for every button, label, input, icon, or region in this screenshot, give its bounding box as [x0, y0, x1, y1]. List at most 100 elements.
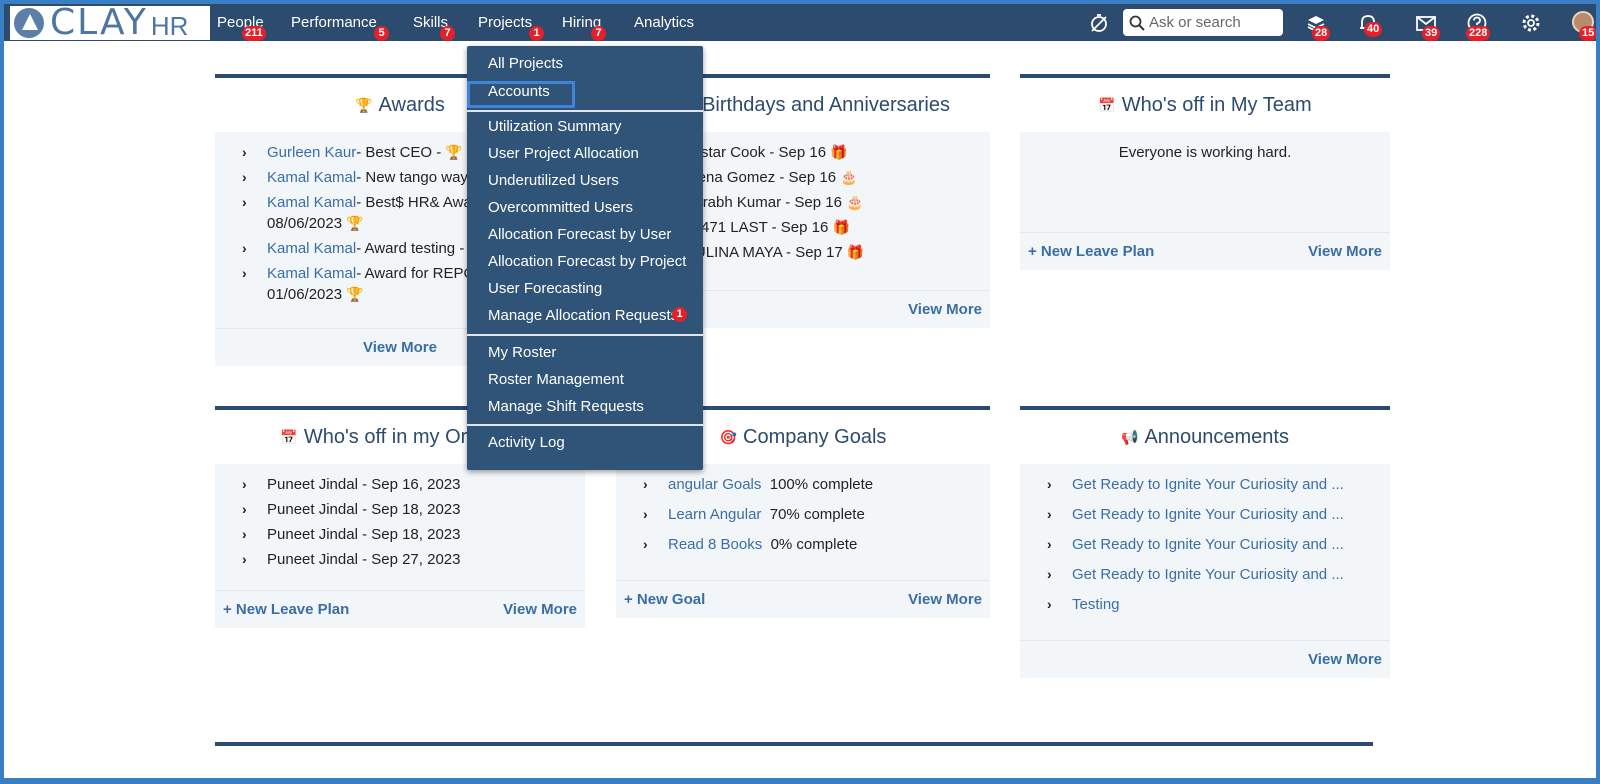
menu-item-my-roster[interactable]: My Roster [488, 344, 556, 361]
org-off-list: › Puneet Jindal - Sep 16, 2023 › Puneet Ji… [215, 464, 585, 590]
nav-hiring-badge: 7 [591, 26, 606, 41]
top-navigation: CLAY HR People 211 Performance 5 Skills … [4, 4, 1596, 41]
org-off-view-more[interactable]: View More [503, 601, 577, 618]
allocation-requests-badge: 1 [672, 307, 687, 322]
menu-item-underutilized-users[interactable]: Underutilized Users [488, 172, 619, 189]
avatar-badge: 15 [1579, 26, 1596, 41]
list-item: › Puneet Jindal - Sep 27, 2023 [242, 551, 461, 568]
logo-mark-icon [14, 8, 44, 38]
birthdays-view-more[interactable]: View More [908, 301, 982, 318]
team-off-card: 📅 Who's off in My Team Everyone is worki… [1020, 74, 1390, 270]
menu-item-accounts[interactable]: Accounts [488, 83, 550, 100]
list-item: › Learn Angular 70% complete [643, 506, 865, 523]
menu-separator [467, 110, 703, 112]
goals-list: › angular Goals 100% complete › Learn An… [616, 464, 990, 580]
list-item: › Get Ready to Ignite Your Curiosity and … [1047, 566, 1344, 583]
cake-icon: 🎂 [840, 169, 858, 185]
team-off-body: Everyone is working hard. [1020, 132, 1390, 232]
calendar-icon: 📅 [1098, 96, 1116, 113]
list-item: › Get Ready to Ignite Your Curiosity and … [1047, 476, 1344, 493]
search-box[interactable] [1123, 9, 1283, 36]
announcement-link[interactable]: Get Ready to Ignite Your Curiosity and .… [1072, 536, 1344, 553]
trophy-icon: 🏆 [355, 96, 373, 113]
mail-badge: 39 [1422, 26, 1441, 41]
menu-item-allocation-forecast-by-project[interactable]: Allocation Forecast by Project [488, 253, 686, 270]
new-goal-link[interactable]: + New Goal [624, 591, 705, 608]
announcements-list: › Get Ready to Ignite Your Curiosity and … [1020, 464, 1390, 640]
team-off-footer: + New Leave Plan View More [1020, 232, 1390, 270]
nav-projects[interactable]: Projects [478, 4, 532, 41]
goal-progress: 100% complete [769, 476, 874, 493]
menu-item-activity-log[interactable]: Activity Log [488, 434, 565, 451]
list-item: › Get Ready to Ignite Your Curiosity and … [1047, 536, 1344, 553]
goals-view-more[interactable]: View More [908, 591, 982, 608]
cake-icon: 🎂 [846, 194, 864, 210]
help-badge: 228 [1466, 26, 1491, 41]
award-date: 08/06/2023 [267, 215, 343, 232]
leave-entry: Puneet Jindal - Sep 16, 2023 [267, 476, 461, 493]
goal-link[interactable]: Learn Angular [668, 506, 761, 523]
awards-title: Awards [378, 93, 445, 116]
tasks-badge: 28 [1312, 26, 1331, 41]
gear-icon[interactable] [1520, 12, 1542, 34]
menu-item-manage-allocation-requests[interactable]: Manage Allocation Requests [488, 307, 678, 324]
team-off-header: 📅 Who's off in My Team [1020, 78, 1390, 132]
announcement-link[interactable]: Get Ready to Ignite Your Curiosity and .… [1072, 566, 1344, 583]
clayhr-logo[interactable]: CLAY HR [10, 5, 210, 41]
nav-performance-label: Performance [291, 14, 377, 31]
award-person-link[interactable]: Kamal Kamal [267, 169, 356, 186]
announcement-link[interactable]: Get Ready to Ignite Your Curiosity and .… [1072, 476, 1344, 493]
nav-projects-badge: 1 [529, 26, 544, 41]
gift-icon: 🎁 [832, 219, 850, 235]
leave-entry: Puneet Jindal - Sep 18, 2023 [267, 501, 461, 518]
trophy-icon: 🏆 [346, 215, 364, 231]
page: CLAY HR People 211 Performance 5 Skills … [4, 4, 1596, 778]
gift-icon: 🎁 [846, 244, 865, 260]
menu-item-roster-management[interactable]: Roster Management [488, 371, 624, 388]
award-text: - Best$ HR& Awar [356, 194, 477, 211]
awards-view-more[interactable]: View More [363, 339, 437, 356]
list-item: › angular Goals 100% complete [643, 476, 874, 493]
nav-performance-badge: 5 [374, 26, 389, 41]
goals-title: Company Goals [743, 425, 887, 448]
target-icon: 🎯 [719, 428, 738, 445]
menu-item-user-project-allocation[interactable]: User Project Allocation [488, 145, 639, 162]
award-person-link[interactable]: Gurleen Kaur [267, 144, 356, 161]
leave-entry: Puneet Jindal - Sep 27, 2023 [267, 551, 461, 568]
menu-item-utilization-summary[interactable]: Utilization Summary [488, 118, 621, 135]
logo-text-hr: HR [150, 11, 189, 41]
award-date: 01/06/2023 [267, 286, 343, 303]
birthdays-title: Birthdays and Anniversaries [702, 93, 950, 116]
projects-dropdown-menu: All Projects Accounts Utilization Summar… [467, 46, 703, 470]
new-leave-plan-link[interactable]: + New Leave Plan [223, 601, 349, 618]
list-item: › Testing [1047, 596, 1120, 613]
notifications-badge: 40 [1364, 22, 1383, 37]
nav-analytics[interactable]: Analytics [634, 4, 694, 41]
leave-entry: Puneet Jindal - Sep 18, 2023 [267, 526, 461, 543]
list-item: › Puneet Jindal - Sep 18, 2023 [242, 501, 461, 518]
search-input[interactable] [1149, 14, 1274, 31]
goal-link[interactable]: Read 8 Books [668, 536, 762, 553]
announcement-link[interactable]: Testing [1072, 596, 1120, 613]
team-off-message: Everyone is working hard. [1118, 144, 1292, 161]
menu-item-user-forecasting[interactable]: User Forecasting [488, 280, 602, 297]
menu-item-allocation-forecast-by-user[interactable]: Allocation Forecast by User [488, 226, 671, 243]
announcements-header: 📢 Announcements [1020, 410, 1390, 464]
announcements-card: 📢 Announcements › Get Ready to Ignite You… [1020, 406, 1390, 678]
menu-item-all-projects[interactable]: All Projects [488, 55, 563, 72]
award-person-link[interactable]: Kamal Kamal [267, 265, 356, 282]
award-text: - Best CEO - [356, 144, 442, 161]
announcements-title: Announcements [1144, 425, 1289, 448]
new-leave-plan-link[interactable]: + New Leave Plan [1028, 243, 1154, 260]
nav-performance[interactable]: Performance [291, 4, 377, 41]
menu-item-overcommitted-users[interactable]: Overcommitted Users [488, 199, 633, 216]
goal-link[interactable]: angular Goals [668, 476, 761, 493]
org-off-footer: + New Leave Plan View More [215, 590, 585, 628]
announcements-view-more[interactable]: View More [1308, 651, 1382, 668]
team-off-view-more[interactable]: View More [1308, 243, 1382, 260]
menu-item-manage-shift-requests[interactable]: Manage Shift Requests [488, 398, 644, 415]
timer-off-icon[interactable] [1088, 12, 1110, 34]
announcement-link[interactable]: Get Ready to Ignite Your Curiosity and .… [1072, 506, 1344, 523]
award-person-link[interactable]: Kamal Kamal [267, 240, 356, 257]
award-person-link[interactable]: Kamal Kamal [267, 194, 356, 211]
